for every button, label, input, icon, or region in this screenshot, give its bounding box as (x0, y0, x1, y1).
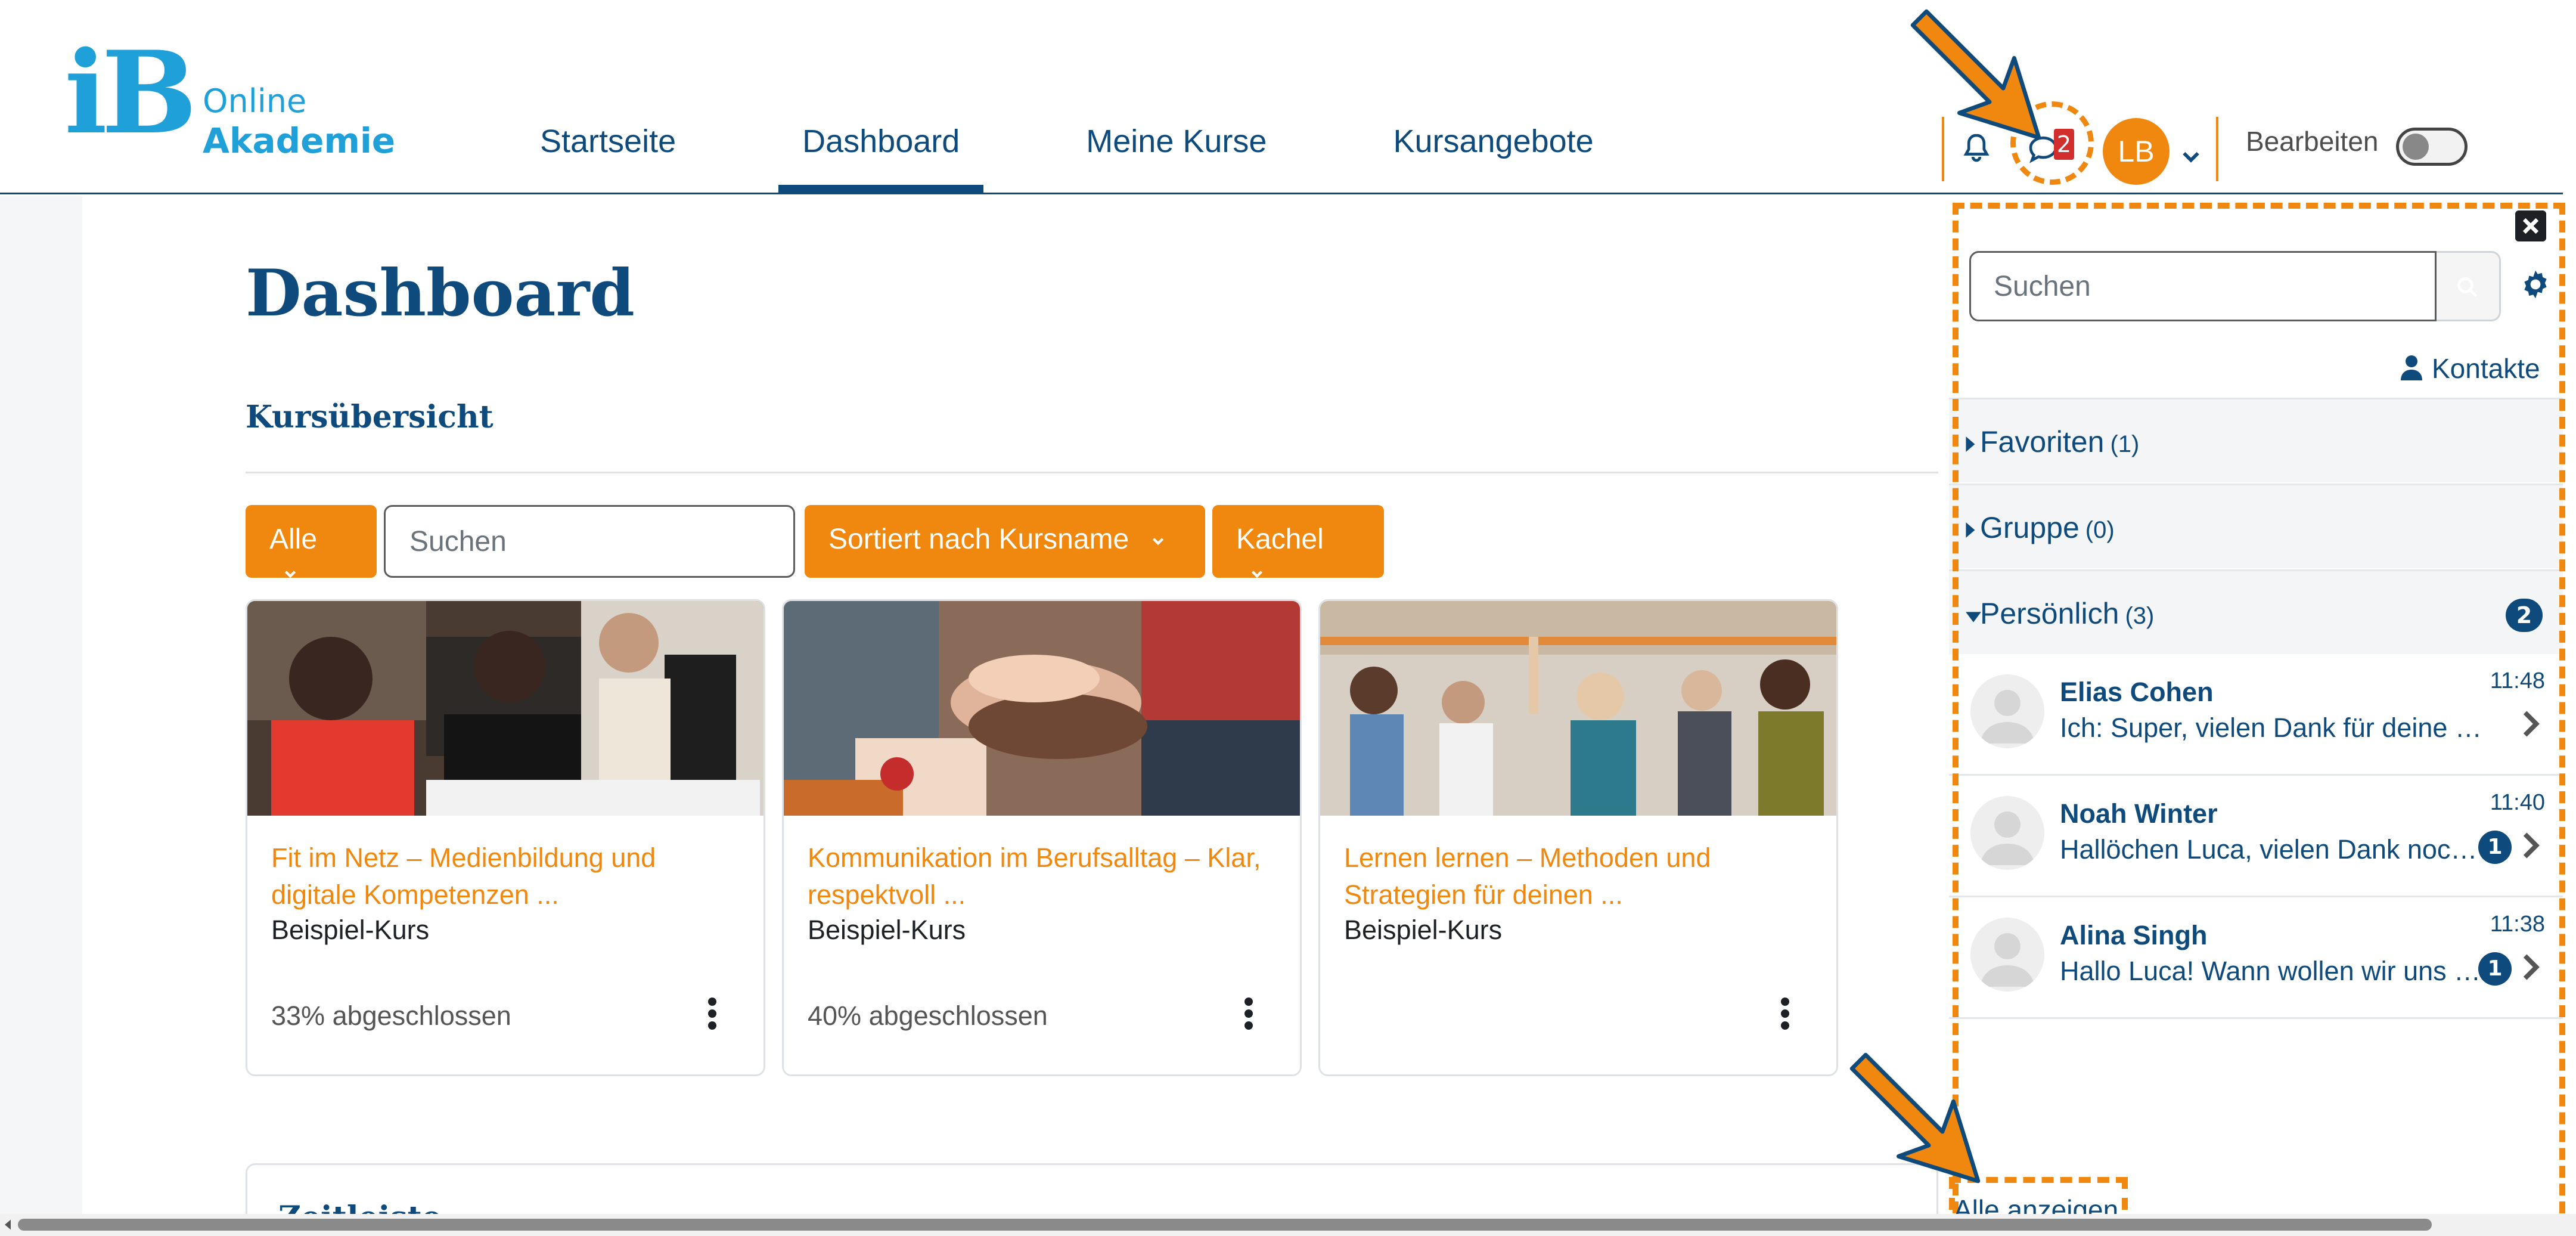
message-drawer: Kontakte Favoriten(1) Gruppe(0) Persönli… (1949, 196, 2563, 1236)
logo-text-akademie: Akademie (203, 120, 396, 161)
user-icon (2401, 355, 2422, 380)
chevron-right-icon (2523, 954, 2540, 980)
chevron-down-icon (1251, 571, 1263, 578)
unread-badge: 1 (2478, 831, 2512, 864)
contacts-link[interactable]: Kontakte (2400, 352, 2540, 385)
section-personal[interactable]: Persönlich (3) 2 (1949, 569, 2563, 654)
course-search-input[interactable] (384, 505, 795, 578)
chevron-down-icon (284, 571, 296, 578)
course-category: Beispiel-Kurs (808, 915, 966, 945)
avatar (1970, 674, 2044, 748)
top-navbar: iB Online Akademie Startseite Dashboard … (0, 0, 2563, 194)
avatar (1970, 918, 2044, 992)
caret-right-icon (1966, 436, 1975, 452)
conversation-item[interactable]: Elias Cohen Ich: Super, vielen Dank für … (1949, 655, 2563, 776)
conversation-time: 11:38 (2490, 912, 2545, 937)
course-category: Beispiel-Kurs (271, 915, 430, 945)
page-title: Dashboard (246, 256, 635, 331)
arrow-callout-icon (1910, 9, 2041, 140)
more-options-icon[interactable] (1237, 996, 1261, 1031)
site-logo[interactable]: iB Online Akademie (64, 21, 395, 165)
nav-dashboard[interactable]: Dashboard (778, 101, 984, 194)
conversation-name: Noah Winter (2060, 798, 2218, 829)
course-overview-title: Kursübersicht (246, 399, 494, 435)
conversation-preview: Ich: Super, vielen Dank für deine Hilfe! (2060, 713, 2483, 743)
conversation-item[interactable]: Alina Singh Hallo Luca! Wann wollen wir … (1949, 899, 2563, 1019)
section-favorites[interactable]: Favoriten (1) (1949, 398, 2563, 482)
logo-text-online: Online (203, 82, 307, 120)
conversation-preview: Hallöchen Luca, vielen Dank noch einmal (2060, 834, 2483, 865)
section-group[interactable]: Gruppe (0) (1949, 484, 2563, 568)
user-placeholder-icon (1980, 811, 2035, 865)
main-content: Dashboard Kursübersicht Alle Sortiert na… (82, 196, 1948, 1236)
divider (246, 472, 1938, 473)
course-progress: 33% abgeschlossen (271, 1000, 511, 1031)
user-avatar[interactable]: LB (2103, 118, 2170, 185)
nav-startseite[interactable]: Startseite (516, 101, 700, 194)
edit-mode-toggle[interactable] (2396, 128, 2468, 166)
conversation-time: 11:48 (2490, 668, 2545, 693)
nav-meine-kurse[interactable]: Meine Kurse (1062, 101, 1290, 194)
course-card[interactable]: Lernen lernen – Methoden und Strategien … (1318, 599, 1838, 1076)
section-favorites-count: (1) (2110, 431, 2140, 457)
conversation-preview: Hallo Luca! Wann wollen wir uns treffen? (2060, 956, 2483, 986)
scroll-left-icon[interactable] (2, 1219, 13, 1231)
chevron-down-icon (1152, 538, 1163, 546)
edit-mode-label: Bearbeiten (2246, 126, 2379, 157)
sort-dropdown-label: Sortiert nach Kursname (828, 523, 1129, 555)
scrollbar-thumb[interactable] (18, 1219, 2432, 1231)
page: iB Online Akademie Startseite Dashboard … (0, 0, 2576, 1236)
chevron-down-icon[interactable] (2179, 144, 2203, 168)
grouping-dropdown-label: Alle (269, 523, 318, 555)
course-progress: 40% abgeschlossen (808, 1000, 1048, 1031)
user-placeholder-icon (1980, 690, 2035, 744)
close-icon[interactable] (2515, 210, 2546, 241)
section-favorites-label: Favoriten (1980, 425, 2105, 459)
search-icon (2457, 277, 2478, 298)
left-drawer-strip (0, 196, 82, 1236)
arrow-callout-icon (1849, 1052, 1981, 1184)
section-personal-label: Persönlich (1980, 597, 2119, 630)
sort-dropdown[interactable]: Sortiert nach Kursname (805, 505, 1205, 578)
section-group-count: (0) (2085, 517, 2115, 543)
course-image[interactable] (1320, 601, 1836, 816)
course-image[interactable] (784, 601, 1300, 816)
course-category: Beispiel-Kurs (1344, 915, 1503, 945)
grouping-dropdown[interactable]: Alle (246, 505, 377, 578)
more-options-icon[interactable] (1773, 996, 1797, 1031)
chevron-right-icon (2523, 832, 2540, 859)
avatar (1970, 796, 2044, 870)
gear-icon[interactable] (2519, 268, 2552, 301)
unread-count-badge: 2 (2506, 599, 2543, 632)
course-title-link[interactable]: Lernen lernen – Methoden und Strategien … (1344, 840, 1821, 913)
contacts-label: Kontakte (2432, 353, 2540, 384)
more-options-icon[interactable] (700, 996, 724, 1031)
conversation-item[interactable]: Noah Winter Hallöchen Luca, vielen Dank … (1949, 777, 2563, 897)
view-dropdown[interactable]: Kachel (1212, 505, 1384, 578)
section-group-label: Gruppe (1980, 511, 2080, 544)
chevron-right-icon (2523, 711, 2540, 737)
separator (2216, 117, 2218, 181)
course-title-link[interactable]: Fit im Netz – Medienbildung und digitale… (271, 840, 748, 913)
conversation-name: Elias Cohen (2060, 677, 2214, 707)
course-card[interactable]: Kommunikation im Berufsalltag – Klar, re… (782, 599, 1302, 1076)
message-search-input[interactable] (1969, 251, 2437, 321)
nav-kursangebote[interactable]: Kursangebote (1369, 101, 1617, 194)
user-placeholder-icon (1980, 933, 2035, 987)
course-card[interactable]: Fit im Netz – Medienbildung und digitale… (246, 599, 765, 1076)
logo-mark: iB (64, 26, 197, 159)
unread-badge: 1 (2478, 952, 2512, 986)
conversation-time: 11:40 (2490, 790, 2545, 815)
caret-right-icon (1966, 522, 1975, 538)
message-search-button[interactable] (2437, 251, 2501, 321)
toggle-knob (2403, 134, 2429, 160)
horizontal-scrollbar[interactable] (0, 1214, 2576, 1236)
section-personal-count: (3) (2125, 603, 2155, 629)
conversation-name: Alina Singh (2060, 920, 2208, 950)
course-image[interactable] (247, 601, 764, 816)
view-dropdown-label: Kachel (1236, 523, 1324, 555)
course-title-link[interactable]: Kommunikation im Berufsalltag – Klar, re… (808, 840, 1284, 913)
primary-navigation: Startseite Dashboard Meine Kurse Kursang… (516, 101, 1618, 194)
